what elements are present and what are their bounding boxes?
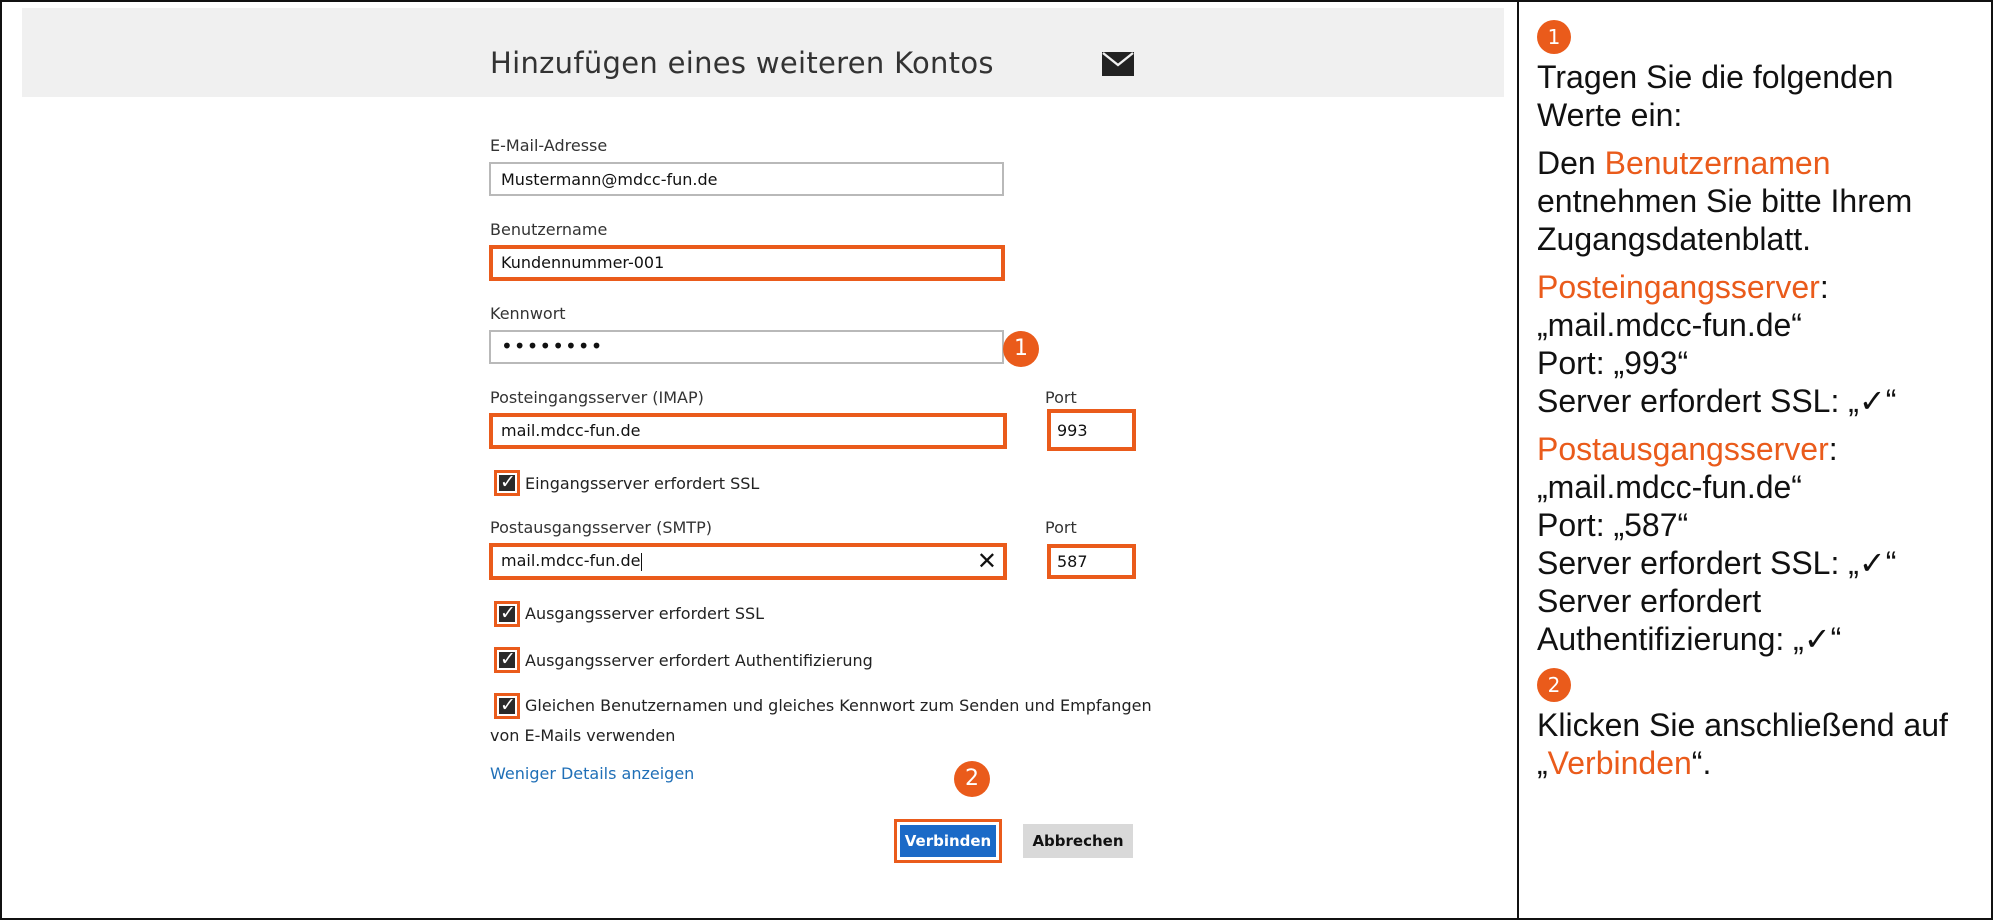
username-field[interactable]: Kundennummer-001	[489, 245, 1005, 281]
step1-outgoing-port: Port: „587“	[1537, 507, 1689, 543]
outgoing-auth-checkbox[interactable]: ✓	[494, 647, 520, 673]
outgoing-port-field[interactable]: 587	[1047, 544, 1136, 579]
outgoing-server-value: mail.mdcc-fun.de	[501, 551, 641, 570]
same-credentials-checkbox[interactable]: ✓	[494, 693, 520, 719]
step1-incoming-ssl: Server erfordert SSL: „✓“	[1537, 383, 1897, 419]
step1-incoming-colon: :	[1819, 269, 1829, 305]
incoming-ssl-checkbox[interactable]: ✓	[494, 470, 520, 496]
step1-incoming-host: „mail.mdcc-fun.de“	[1537, 307, 1802, 343]
step1-username-suffix: entnehmen Sie bitte Ihrem Zugangsdatenbl…	[1537, 183, 1913, 257]
step1-username-note: Den Benutzernamen entnehmen Sie bitte Ih…	[1537, 144, 1977, 258]
step2-text-after: “.	[1691, 745, 1712, 781]
username-label: Benutzername	[490, 220, 608, 239]
column-divider	[1517, 0, 1519, 920]
email-label: E-Mail-Adresse	[490, 136, 608, 155]
outgoing-ssl-checkbox[interactable]: ✓	[494, 601, 520, 627]
mail-icon	[1102, 52, 1134, 76]
step1-outgoing-colon: :	[1828, 431, 1838, 467]
step1-outgoing-term: Postausgangsserver	[1537, 431, 1829, 467]
outgoing-port-label: Port	[1045, 518, 1077, 537]
less-details-link[interactable]: Weniger Details anzeigen	[490, 764, 694, 783]
incoming-port-field[interactable]: 993	[1047, 409, 1136, 451]
password-field[interactable]: ••••••••	[489, 330, 1004, 364]
cancel-button[interactable]: Abbrechen	[1023, 824, 1133, 858]
step1-incoming-port: Port: „993“	[1537, 345, 1689, 381]
step1-intro: Tragen Sie die folgenden Werte ein:	[1537, 59, 1894, 133]
instructions-panel: 1 Tragen Sie die folgenden Werte ein: De…	[1537, 20, 1977, 782]
step1-username-prefix: Den	[1537, 145, 1605, 181]
incoming-server-field[interactable]: mail.mdcc-fun.de	[489, 413, 1007, 449]
checkbox-fill: ✓	[499, 471, 516, 493]
step2-term: Verbinden	[1547, 745, 1692, 781]
step1-incoming-block: Posteingangsserver: „mail.mdcc-fun.de“ P…	[1537, 268, 1977, 420]
check-icon: ✓	[500, 471, 516, 493]
step-badge-2: 2	[1537, 668, 1571, 702]
checkbox-fill: ✓	[499, 648, 516, 670]
check-icon: ✓	[500, 602, 516, 624]
incoming-port-label: Port	[1045, 388, 1077, 407]
incoming-server-label: Posteingangsserver (IMAP)	[490, 388, 704, 407]
step1-outgoing-host: „mail.mdcc-fun.de“	[1537, 469, 1802, 505]
same-credentials-label-line2: von E-Mails verwenden	[490, 726, 676, 745]
incoming-ssl-label: Eingangsserver erfordert SSL	[525, 474, 760, 493]
step-badge-2-form: 2	[954, 761, 990, 797]
check-icon: ✓	[500, 648, 516, 670]
step1-outgoing-ssl: Server erfordert SSL: „✓“	[1537, 545, 1897, 581]
step2-text: Klicken Sie anschließend auf „Verbinden“…	[1537, 706, 1977, 782]
check-icon: ✓	[500, 694, 516, 716]
step1-incoming-term: Posteingangsserver	[1537, 269, 1820, 305]
step-badge-1: 1	[1537, 20, 1571, 54]
checkbox-fill: ✓	[499, 694, 516, 716]
step1-outgoing-block: Postausgangsserver: „mail.mdcc-fun.de“ P…	[1537, 430, 1977, 658]
step-badge-1-form: 1	[1003, 331, 1039, 367]
outgoing-ssl-label: Ausgangsserver erfordert SSL	[525, 604, 765, 623]
outgoing-server-field[interactable]: mail.mdcc-fun.de ✕	[489, 543, 1007, 580]
step1-outgoing-auth: Server erfordert Authentifizierung: „✓“	[1537, 583, 1842, 657]
dialog-title: Hinzufügen eines weiteren Kontos	[490, 46, 994, 80]
connect-button-highlight: Verbinden	[894, 819, 1002, 863]
outgoing-server-label: Postausgangsserver (SMTP)	[490, 518, 712, 537]
same-credentials-label-line1: Gleichen Benutzernamen und gleiches Kenn…	[525, 696, 1152, 715]
password-label: Kennwort	[490, 304, 566, 323]
email-field[interactable]: Mustermann@mdcc-fun.de	[489, 162, 1004, 196]
connect-button[interactable]: Verbinden	[900, 825, 996, 857]
clear-icon[interactable]: ✕	[977, 549, 997, 573]
step1-username-term: Benutzernamen	[1604, 145, 1831, 181]
checkbox-fill: ✓	[499, 602, 516, 624]
outgoing-auth-label: Ausgangsserver erfordert Authentifizieru…	[525, 651, 873, 670]
text-caret	[641, 552, 643, 571]
